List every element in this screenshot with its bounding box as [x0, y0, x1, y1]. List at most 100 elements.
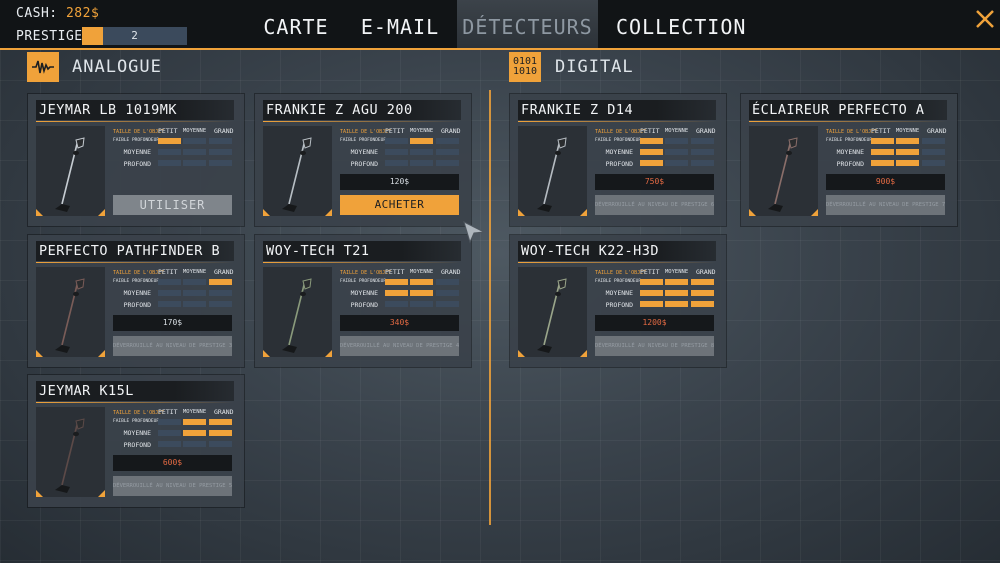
frame-corner [325, 209, 332, 216]
stat-cell [158, 149, 181, 155]
header-small: PETIT [158, 268, 178, 276]
row-label-medium: MOYENNE [605, 289, 633, 297]
frame-corner [518, 209, 525, 216]
tab-collection[interactable]: COLLECTION [616, 0, 745, 48]
buy-button[interactable]: ACHETER [340, 195, 459, 215]
frame-corner [580, 209, 587, 216]
row-label-deep: PROFOND [123, 441, 151, 449]
title-underline [263, 121, 461, 122]
frame-corner [811, 209, 818, 216]
stat-cell [209, 279, 232, 285]
stat-cell [436, 279, 459, 285]
stat-cell [665, 138, 688, 144]
detector-card-c5[interactable]: JEYMAR K15L TAILLE DE L'OBJET PETIT MOYE… [28, 375, 244, 507]
cash-value: 282$ [65, 6, 100, 21]
stat-cell [183, 290, 206, 296]
detector-image [263, 267, 332, 357]
locked-button[interactable]: DÉVERROUILLÉ AU NIVEAU DE PRESTIGE 5 [113, 476, 232, 496]
detector-card-c1[interactable]: JEYMAR LB 1019MK TAILLE DE L'OBJET PETIT… [28, 94, 244, 226]
use-button[interactable]: UTILISER [113, 195, 232, 215]
header-large: GRAND [214, 268, 234, 276]
stat-cell [209, 430, 232, 436]
stat-cell [691, 160, 714, 166]
stat-cell [410, 279, 433, 285]
stat-cell [385, 149, 408, 155]
detector-image [263, 126, 332, 216]
stat-cell [183, 419, 206, 425]
stat-cell [436, 160, 459, 166]
locked-button[interactable]: DÉVERROUILLÉ AU NIVEAU DE PRESTIGE 4 [340, 336, 459, 356]
cash-label: CASH: [16, 6, 58, 21]
stat-cell [691, 149, 714, 155]
stat-cell [640, 301, 663, 307]
close-icon[interactable] [972, 6, 998, 32]
stat-cell [922, 149, 945, 155]
stat-cell [871, 160, 894, 166]
stat-cell [385, 138, 408, 144]
locked-button[interactable]: DÉVERROUILLÉ AU NIVEAU DE PRESTIGE 7 [826, 195, 945, 215]
stat-cell [640, 138, 663, 144]
metal-detector-icon [768, 137, 798, 212]
stat-cell [385, 160, 408, 166]
stat-cell [871, 149, 894, 155]
stat-cell [158, 290, 181, 296]
tab-carte[interactable]: CARTE [258, 0, 334, 48]
title-underline [518, 262, 716, 263]
section-title-analogue: ANALOGUE [72, 57, 162, 77]
size-header: TAILLE DE L'OBJET [826, 129, 878, 135]
stat-cell [436, 149, 459, 155]
row-label-deep: PROFOND [605, 160, 633, 168]
header-large: GRAND [441, 268, 461, 276]
tab-email[interactable]: E-MAIL [358, 0, 442, 48]
metal-detector-icon [55, 278, 85, 353]
stat-cell [183, 138, 206, 144]
title-underline [36, 402, 234, 403]
stat-cell [209, 149, 232, 155]
row-label-deep: PROFOND [350, 160, 378, 168]
locked-button[interactable]: DÉVERROUILLÉ AU NIVEAU DE PRESTIGE 8 [595, 336, 714, 356]
detector-card-d3[interactable]: WOY-TECH K22-H3D TAILLE DE L'OBJET PETIT… [510, 235, 726, 367]
detector-image [518, 126, 587, 216]
stat-cell [385, 301, 408, 307]
stat-cell [640, 290, 663, 296]
header-medium: MOYENNE [410, 128, 434, 134]
header-small: PETIT [640, 268, 660, 276]
detector-card-d1[interactable]: FRANKIE Z D14 TAILLE DE L'OBJET PETIT MO… [510, 94, 726, 226]
stat-cell [922, 160, 945, 166]
stat-cell [436, 138, 459, 144]
stat-cell [209, 419, 232, 425]
header-small: PETIT [640, 127, 660, 135]
price-tag: 900$ [826, 174, 945, 190]
row-label-shallow: FAIBLE PROFONDEUR [340, 279, 387, 284]
title-underline [518, 121, 716, 122]
stat-cell [436, 301, 459, 307]
top-bar: CASH: 282$ PRESTIGE : 2 CARTE E-MAIL DÉT… [0, 0, 1000, 48]
header-medium: MOYENNE [410, 269, 434, 275]
locked-button[interactable]: DÉVERROUILLÉ AU NIVEAU DE PRESTIGE 3 [113, 336, 232, 356]
header-medium: MOYENNE [896, 128, 920, 134]
locked-button[interactable]: DÉVERROUILLÉ AU NIVEAU DE PRESTIGE 6 [595, 195, 714, 215]
stat-cell [209, 441, 232, 447]
detector-card-c3[interactable]: PERFECTO PATHFINDER B TAILLE DE L'OBJET … [28, 235, 244, 367]
stat-cell [691, 301, 714, 307]
stat-cell [691, 138, 714, 144]
detector-card-c2[interactable]: FRANKIE Z AGU 200 TAILLE DE L'OBJET PETI… [255, 94, 471, 226]
detector-card-c4[interactable]: WOY-TECH T21 TAILLE DE L'OBJET PETIT MOY… [255, 235, 471, 367]
row-label-medium: MOYENNE [350, 148, 378, 156]
row-label-deep: PROFOND [836, 160, 864, 168]
header-large: GRAND [214, 408, 234, 416]
row-label-shallow: FAIBLE PROFONDEUR [595, 138, 642, 143]
frame-corner [98, 490, 105, 497]
row-label-medium: MOYENNE [123, 429, 151, 437]
stat-cell [691, 279, 714, 285]
mouse-cursor-icon [463, 221, 486, 244]
detector-card-d2[interactable]: ÉCLAIREUR PERFECTO A TAILLE DE L'OBJET P… [741, 94, 957, 226]
stat-cell [209, 138, 232, 144]
detector-name: WOY-TECH K22-H3D [518, 241, 716, 261]
frame-corner [749, 209, 756, 216]
tab-detecteurs[interactable]: DÉTECTEURS [457, 0, 598, 48]
cash-display: CASH: 282$ [16, 6, 99, 21]
header-small: PETIT [158, 408, 178, 416]
row-label-shallow: FAIBLE PROFONDEUR [113, 419, 160, 424]
row-label-medium: MOYENNE [350, 289, 378, 297]
